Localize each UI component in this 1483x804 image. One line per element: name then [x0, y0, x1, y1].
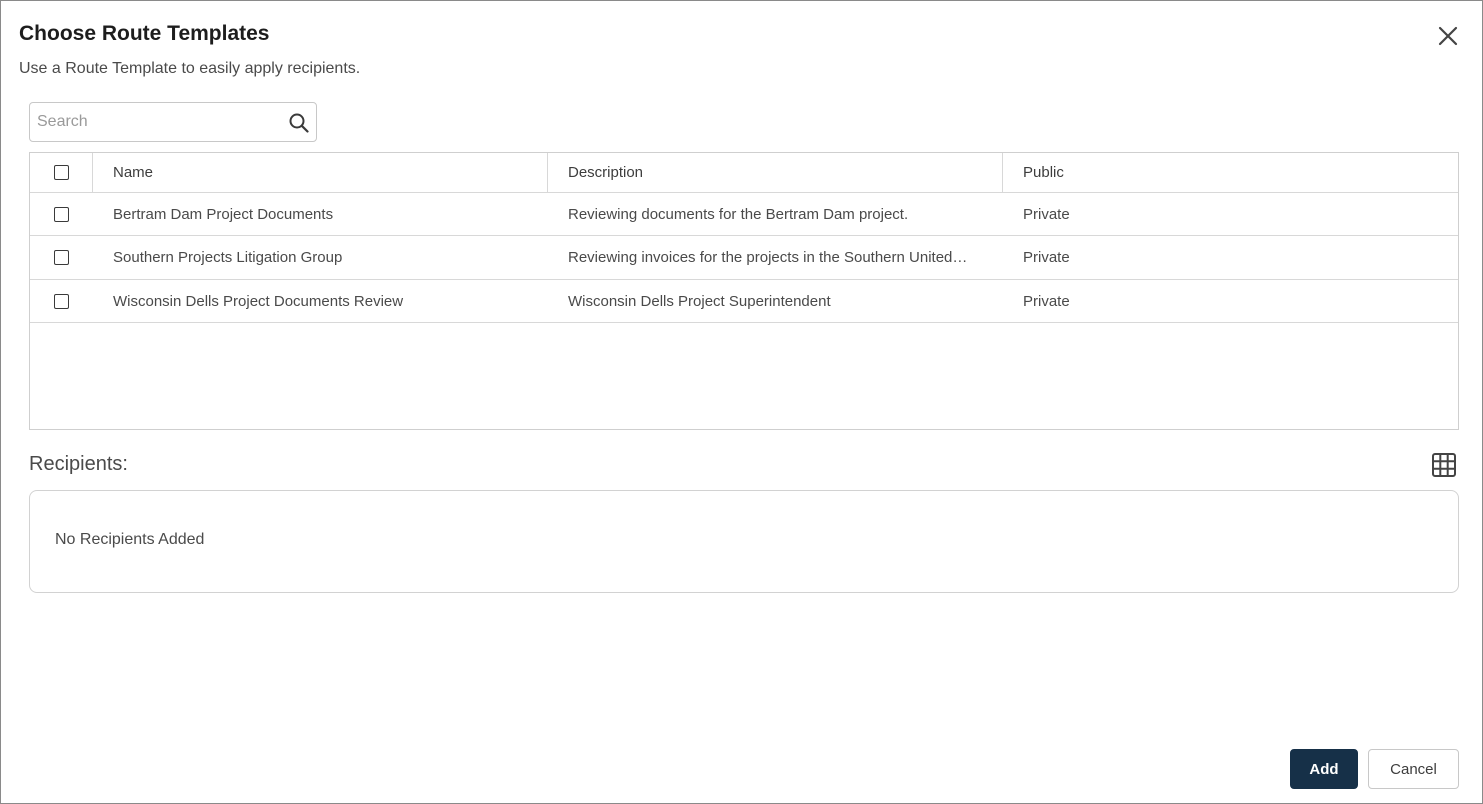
- row-public: Private: [1023, 292, 1070, 310]
- search-input[interactable]: [30, 103, 280, 141]
- recipients-panel: No Recipients Added: [29, 490, 1459, 593]
- route-templates-table: Name Description Public Bertram Dam Proj…: [29, 152, 1459, 430]
- recipients-empty-text: No Recipients Added: [55, 531, 205, 548]
- search-container: [29, 102, 317, 142]
- column-header-description[interactable]: Description: [568, 153, 984, 192]
- row-description: Wisconsin Dells Project Superintendent: [568, 280, 984, 322]
- table-row[interactable]: Wisconsin Dells Project Documents Review…: [30, 280, 1458, 323]
- row-name: Wisconsin Dells Project Documents Review: [113, 292, 404, 310]
- row-description-text: Reviewing documents for the Bertram Dam …: [568, 205, 909, 223]
- column-divider: [92, 153, 93, 193]
- table-header-row: Name Description Public: [30, 153, 1458, 193]
- row-checkbox[interactable]: [53, 206, 69, 222]
- column-header-name[interactable]: Name: [113, 153, 553, 192]
- row-description-text: Wisconsin Dells Project Superintendent: [568, 292, 831, 310]
- add-button[interactable]: Add: [1290, 749, 1358, 789]
- column-divider: [547, 153, 548, 193]
- table-row[interactable]: Southern Projects Litigation Group Revie…: [30, 236, 1458, 280]
- row-check-cell: [30, 193, 92, 235]
- close-icon: [1438, 26, 1458, 46]
- row-description: Reviewing invoices for the projects in t…: [568, 236, 984, 279]
- route-templates-dialog: Choose Route Templates Use a Route Templ…: [0, 0, 1483, 804]
- search-icon[interactable]: [288, 112, 310, 134]
- row-description: Reviewing documents for the Bertram Dam …: [568, 193, 984, 235]
- select-all-checkbox[interactable]: [53, 165, 69, 180]
- recipients-label: Recipients:: [29, 453, 128, 475]
- row-name: Bertram Dam Project Documents: [113, 205, 334, 223]
- row-checkbox[interactable]: [53, 250, 69, 265]
- row-public: Private: [1023, 205, 1070, 223]
- row-checkbox[interactable]: [53, 293, 69, 309]
- table-row[interactable]: Bertram Dam Project Documents Reviewing …: [30, 193, 1458, 236]
- row-check-cell: [30, 236, 92, 279]
- row-name: Southern Projects Litigation Group: [113, 249, 343, 266]
- close-button[interactable]: [1435, 23, 1461, 49]
- cancel-button[interactable]: Cancel: [1368, 749, 1459, 789]
- row-description-text: Reviewing invoices for the projects in t…: [568, 249, 968, 266]
- row-public: Private: [1023, 249, 1070, 266]
- dialog-title: Choose Route Templates: [19, 22, 270, 45]
- row-check-cell: [30, 280, 92, 322]
- column-divider: [1002, 153, 1003, 193]
- dialog-subtitle: Use a Route Template to easily apply rec…: [19, 60, 361, 77]
- select-all-cell: [30, 153, 92, 192]
- column-header-public[interactable]: Public: [1023, 153, 1423, 192]
- grid-icon[interactable]: [1431, 452, 1457, 478]
